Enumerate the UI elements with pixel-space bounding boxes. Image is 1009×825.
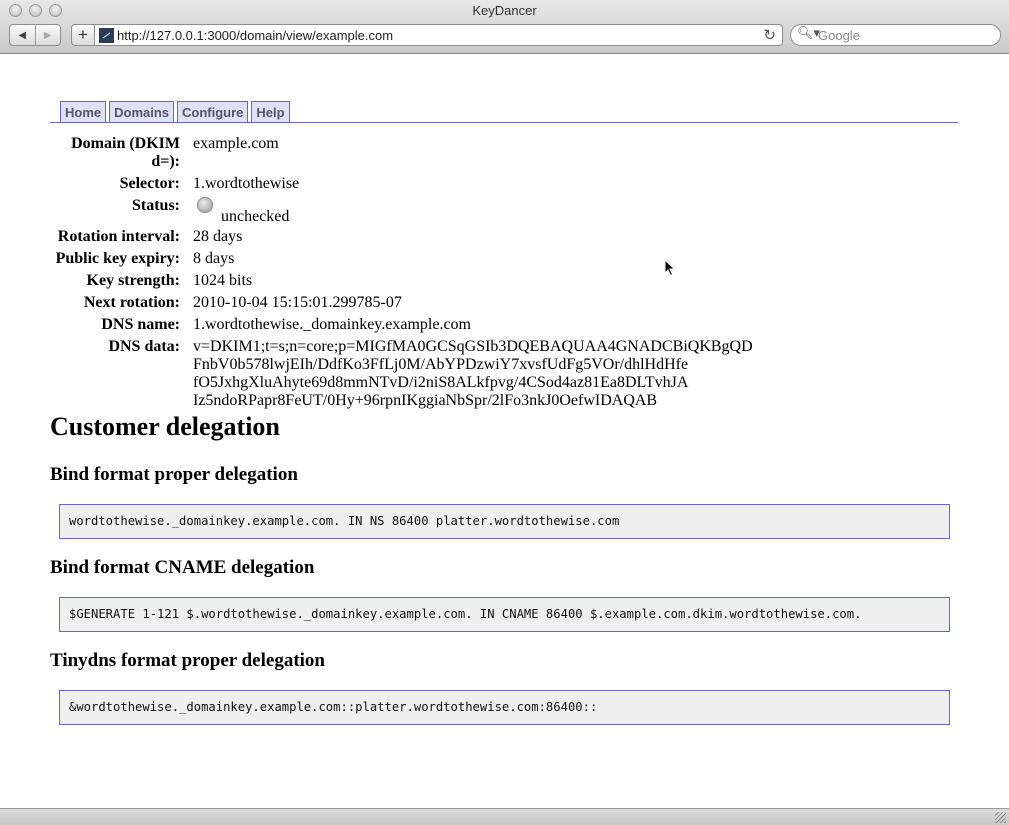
back-arrow-icon: ◀ xyxy=(18,29,27,41)
detail-row-domain: Domain (DKIM d=): example.com xyxy=(50,135,793,171)
mouse-pointer-icon xyxy=(664,259,676,277)
bind-ns-heading: Bind format proper delegation xyxy=(50,464,298,485)
browser-statusbar xyxy=(0,808,1009,825)
detail-value: 1.wordtothewise xyxy=(193,175,300,192)
detail-row-rotation-interval: Rotation interval: 28 days xyxy=(50,228,793,246)
add-bookmark-button[interactable]: + xyxy=(71,24,95,46)
detail-label: Domain (DKIM d=): xyxy=(71,135,180,170)
detail-value: 28 days xyxy=(193,228,243,245)
customer-delegation-heading: Customer delegation xyxy=(50,412,280,441)
detail-label: Next rotation: xyxy=(83,294,180,311)
detail-value: 1024 bits xyxy=(193,272,253,289)
detail-label: Key strength: xyxy=(86,272,180,289)
url-field[interactable]: http://127.0.0.1:3000/domain/view/exampl… xyxy=(117,28,393,43)
detail-value: 1.wordtothewise._domainkey.example.com xyxy=(193,316,471,333)
detail-row-key-expiry: Public key expiry: 8 days xyxy=(50,250,793,268)
detail-label: Rotation interval: xyxy=(57,228,180,245)
detail-label: Selector: xyxy=(119,175,180,192)
bind-cname-code: $GENERATE 1-121 $.wordtothewise._domaink… xyxy=(59,597,950,632)
status-value: unchecked xyxy=(193,197,793,225)
domain-details: Domain (DKIM d=): example.com Selector: … xyxy=(50,135,793,414)
tab-domains[interactable]: Domains xyxy=(109,101,175,122)
detail-label: DNS data: xyxy=(108,338,180,355)
status-indicator-icon xyxy=(197,197,213,213)
detail-label: Status: xyxy=(131,197,180,214)
bind-ns-code: wordtothewise._domainkey.example.com. IN… xyxy=(59,504,950,539)
detail-row-status: Status: unchecked xyxy=(50,197,793,225)
back-button[interactable]: ◀ xyxy=(10,25,36,45)
tinydns-code: &wordtothewise._domainkey.example.com::p… xyxy=(59,690,950,725)
detail-label: DNS name: xyxy=(101,316,180,333)
plus-icon: + xyxy=(78,25,88,44)
tinydns-heading: Tinydns format proper delegation xyxy=(50,650,325,671)
reload-icon[interactable]: ↻ xyxy=(763,26,776,44)
detail-row-dns-name: DNS name: 1.wordtothewise._domainkey.exa… xyxy=(50,316,793,334)
dns-data-value: v=DKIM1;t=s;n=core;p=MIGfMA0GCSqGSIb3DQE… xyxy=(193,338,793,410)
dns-data-line: FnbV0b578lwjEIh/DdfKo3FfLj0M/AbYPDzwiY7x… xyxy=(193,356,689,373)
bind-cname-heading: Bind format CNAME delegation xyxy=(50,557,315,578)
detail-value: example.com xyxy=(193,135,279,152)
tab-configure[interactable]: Configure xyxy=(177,101,249,122)
forward-arrow-icon: ▶ xyxy=(43,29,52,41)
tab-help[interactable]: Help xyxy=(251,101,290,122)
search-field[interactable]: 🔍︎▾ Google xyxy=(790,24,1001,46)
window-title: KeyDancer xyxy=(472,3,537,18)
detail-row-selector: Selector: 1.wordtothewise xyxy=(50,175,793,193)
dns-data-line: fO5JxhgXluAhyte69d8mmNTvD/i2niS8ALkfpvg/… xyxy=(193,374,689,391)
detail-row-key-strength: Key strength: 1024 bits xyxy=(50,272,793,290)
dns-data-line: v=DKIM1;t=s;n=core;p=MIGfMA0GCSqGSIb3DQE… xyxy=(193,338,753,355)
resize-grip-icon[interactable] xyxy=(995,812,1006,823)
history-buttons: ◀ ▶ xyxy=(9,24,61,46)
tab-home[interactable]: Home xyxy=(60,101,107,122)
forward-button[interactable]: ▶ xyxy=(36,25,61,45)
search-icon[interactable]: 🔍︎▾ xyxy=(797,26,820,41)
main-nav: Home Domains Configure Help xyxy=(50,101,958,123)
address-bar[interactable]: http://127.0.0.1:3000/domain/view/exampl… xyxy=(95,24,783,46)
detail-row-dns-data: DNS data: v=DKIM1;t=s;n=core;p=MIGfMA0GC… xyxy=(50,338,793,410)
detail-row-next-rotation: Next rotation: 2010-10-04 15:15:01.29978… xyxy=(50,294,793,312)
dns-data-line: Iz5ndoRPapr8FeUT/0Hy+96rpnIKggiaNbSpr/2l… xyxy=(193,392,658,409)
detail-value: 2010-10-04 15:15:01.299785-07 xyxy=(193,294,402,311)
detail-value: 8 days xyxy=(193,250,235,267)
detail-label: Public key expiry: xyxy=(55,250,180,267)
favicon-icon xyxy=(99,28,114,43)
search-placeholder: Google xyxy=(818,28,860,43)
status-text: unchecked xyxy=(221,208,290,225)
browser-titlebar: KeyDancer ◀ ▶ + http://127.0.0.1:3000/do… xyxy=(0,0,1009,54)
